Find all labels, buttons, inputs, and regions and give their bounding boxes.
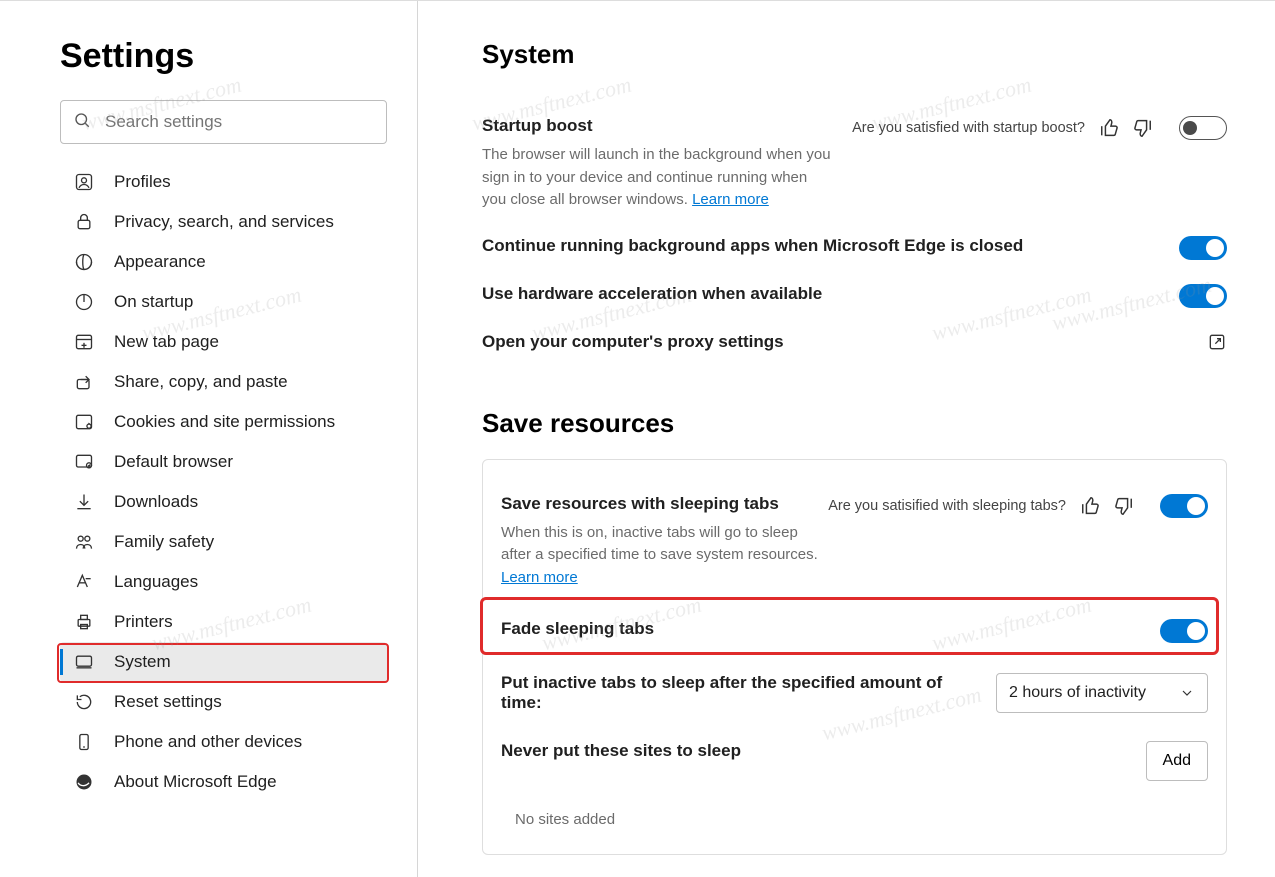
sidebar-item-label: Languages <box>114 572 198 592</box>
no-sites-message: No sites added <box>515 811 1208 828</box>
sidebar-item-label: Phone and other devices <box>114 732 302 752</box>
search-input[interactable] <box>91 111 374 133</box>
share-icon <box>74 372 94 392</box>
sleeping-feedback-question: Are you satisified with sleeping tabs? <box>828 498 1066 514</box>
startup-learn-more-link[interactable]: Learn more <box>692 191 769 208</box>
inactive-time-dropdown[interactable]: 2 hours of inactivity <box>996 673 1208 713</box>
save-resources-panel: Save resources with sleeping tabs When t… <box>482 459 1227 856</box>
profile-icon <box>74 172 94 192</box>
power-icon <box>74 292 94 312</box>
sleeping-tabs-desc: When this is on, inactive tabs will go t… <box>501 522 821 590</box>
row-inactive-time: Put inactive tabs to sleep after the spe… <box>501 659 1208 727</box>
settings-main: System Startup boost The browser will la… <box>418 1 1275 877</box>
sidebar-item-appearance[interactable]: Appearance <box>60 242 387 282</box>
sidebar-item-label: Family safety <box>114 532 214 552</box>
add-site-button[interactable]: Add <box>1146 741 1208 781</box>
sidebar-item-label: Profiles <box>114 172 171 192</box>
lock-icon <box>74 212 94 232</box>
sidebar-item-printers[interactable]: Printers <box>60 602 387 642</box>
thumb-down-icon[interactable] <box>1112 495 1134 517</box>
row-never-sleep: Never put these sites to sleep Add <box>501 727 1208 795</box>
row-background-apps: Continue running background apps when Mi… <box>482 224 1227 272</box>
chevron-down-icon <box>1179 685 1195 701</box>
sidebar-item-label: Printers <box>114 612 173 632</box>
settings-sidebar: Settings Profiles Privacy, search, and s… <box>0 1 418 877</box>
sidebar-item-label: Cookies and site permissions <box>114 412 335 432</box>
never-sleep-title: Never put these sites to sleep <box>501 741 1146 761</box>
thumb-up-icon[interactable] <box>1099 117 1121 139</box>
fade-sleeping-toggle[interactable] <box>1160 619 1208 643</box>
appearance-icon <box>74 252 94 272</box>
row-proxy[interactable]: Open your computer's proxy settings <box>482 320 1227 364</box>
proxy-title: Open your computer's proxy settings <box>482 332 1207 352</box>
sidebar-item-label: New tab page <box>114 332 219 352</box>
startup-boost-toggle[interactable] <box>1179 116 1227 140</box>
dropdown-value: 2 hours of inactivity <box>1009 684 1146 702</box>
download-icon <box>74 492 94 512</box>
sidebar-item-family[interactable]: Family safety <box>60 522 387 562</box>
sidebar-item-reset[interactable]: Reset settings <box>60 682 387 722</box>
sidebar-item-newtab[interactable]: New tab page <box>60 322 387 362</box>
sidebar-item-label: System <box>114 652 171 672</box>
newtab-icon <box>74 332 94 352</box>
sidebar-item-about[interactable]: About Microsoft Edge <box>60 762 387 802</box>
phone-icon <box>74 732 94 752</box>
edge-icon <box>74 772 94 792</box>
sidebar-item-phone[interactable]: Phone and other devices <box>60 722 387 762</box>
sleeping-tabs-toggle[interactable] <box>1160 494 1208 518</box>
thumb-up-icon[interactable] <box>1080 495 1102 517</box>
sidebar-item-share[interactable]: Share, copy, and paste <box>60 362 387 402</box>
row-startup-boost: Startup boost The browser will launch in… <box>482 104 1227 224</box>
sidebar-item-label: About Microsoft Edge <box>114 772 277 792</box>
sidebar-item-label: Reset settings <box>114 692 222 712</box>
startup-feedback-question: Are you satisfied with startup boost? <box>852 120 1085 136</box>
startup-boost-desc: The browser will launch in the backgroun… <box>482 144 832 212</box>
cookies-icon <box>74 412 94 432</box>
fade-sleeping-title: Fade sleeping tabs <box>501 619 1144 639</box>
reset-icon <box>74 692 94 712</box>
page-title: System <box>482 39 1227 70</box>
sleeping-learn-more-link[interactable]: Learn more <box>501 569 578 586</box>
thumb-down-icon[interactable] <box>1131 117 1153 139</box>
printer-icon <box>74 612 94 632</box>
background-apps-toggle[interactable] <box>1179 236 1227 260</box>
sleeping-tabs-title: Save resources with sleeping tabs <box>501 494 828 514</box>
sidebar-item-languages[interactable]: Languages <box>60 562 387 602</box>
inactive-time-title: Put inactive tabs to sleep after the spe… <box>501 673 961 713</box>
sidebar-item-default-browser[interactable]: Default browser <box>60 442 387 482</box>
hw-accel-title: Use hardware acceleration when available <box>482 284 1163 304</box>
open-external-icon[interactable] <box>1207 332 1227 352</box>
row-hw-accel: Use hardware acceleration when available <box>482 272 1227 320</box>
settings-nav: Profiles Privacy, search, and services A… <box>60 162 387 802</box>
row-sleeping-tabs: Save resources with sleeping tabs When t… <box>501 480 1208 604</box>
sidebar-item-label: Appearance <box>114 252 206 272</box>
sidebar-item-downloads[interactable]: Downloads <box>60 482 387 522</box>
default-browser-icon <box>74 452 94 472</box>
sidebar-item-label: Privacy, search, and services <box>114 212 334 232</box>
sidebar-item-startup[interactable]: On startup <box>60 282 387 322</box>
search-settings[interactable] <box>60 100 387 144</box>
sidebar-item-privacy[interactable]: Privacy, search, and services <box>60 202 387 242</box>
sidebar-item-label: Share, copy, and paste <box>114 372 288 392</box>
language-icon <box>74 572 94 592</box>
save-resources-heading: Save resources <box>482 408 1227 439</box>
hw-accel-toggle[interactable] <box>1179 284 1227 308</box>
settings-title: Settings <box>60 37 387 76</box>
row-fade-sleeping: Fade sleeping tabs <box>501 603 1208 659</box>
sidebar-item-profiles[interactable]: Profiles <box>60 162 387 202</box>
sidebar-item-label: Default browser <box>114 452 233 472</box>
startup-boost-title: Startup boost <box>482 116 852 136</box>
search-icon <box>73 111 91 134</box>
sidebar-item-cookies[interactable]: Cookies and site permissions <box>60 402 387 442</box>
background-apps-title: Continue running background apps when Mi… <box>482 236 1163 256</box>
system-icon <box>74 652 94 672</box>
sidebar-item-system[interactable]: System <box>60 642 387 682</box>
sidebar-item-label: On startup <box>114 292 193 312</box>
family-icon <box>74 532 94 552</box>
sidebar-item-label: Downloads <box>114 492 198 512</box>
